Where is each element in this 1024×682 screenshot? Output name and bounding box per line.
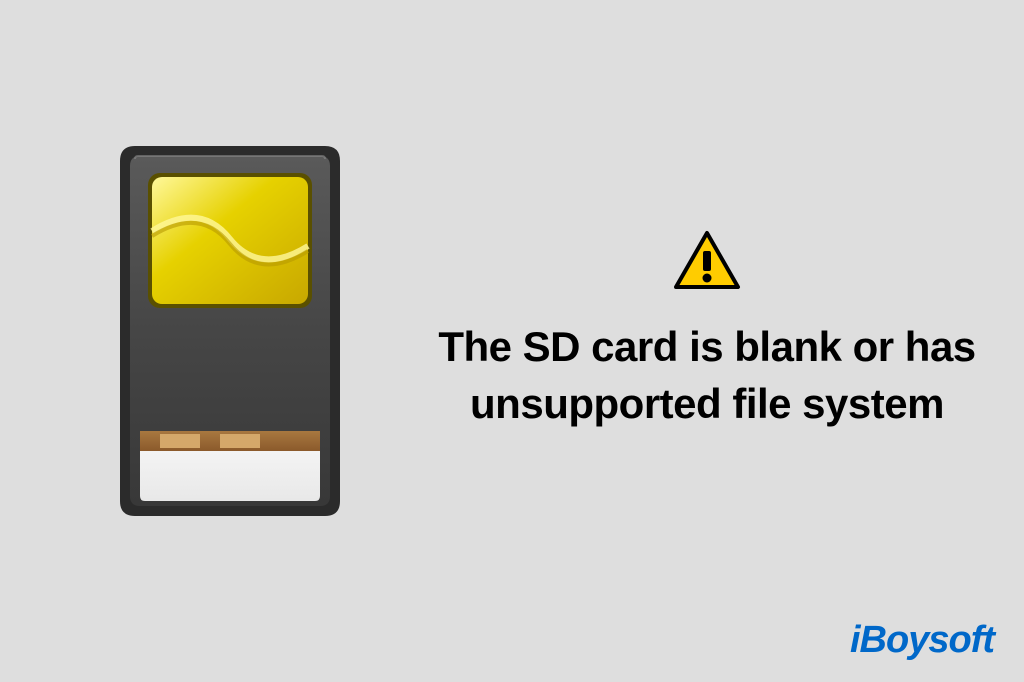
brand-logo: iBoysoft: [850, 619, 994, 662]
sd-card-icon: [80, 131, 380, 531]
logo-text: iBoysoft: [850, 619, 994, 662]
message-area: The SD card is blank or has unsupported …: [400, 229, 984, 432]
warning-icon: [672, 229, 742, 299]
content-container: The SD card is blank or has unsupported …: [0, 0, 1024, 682]
error-message-text: The SD card is blank or has unsupported …: [430, 319, 984, 432]
sd-card-illustration: [60, 131, 400, 531]
